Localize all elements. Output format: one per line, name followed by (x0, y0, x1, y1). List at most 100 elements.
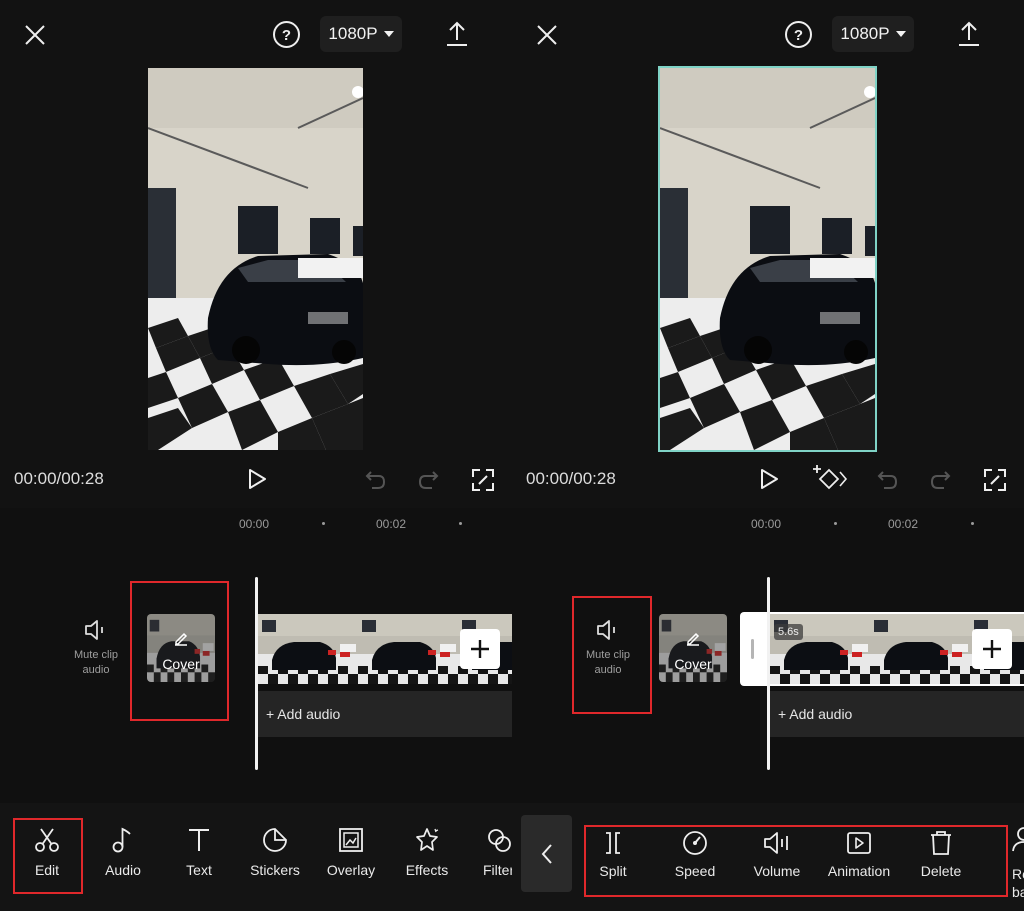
tool-label: Split (599, 863, 627, 879)
add-keyframe-icon[interactable] (812, 464, 848, 494)
playback-time: 00:00/00:28 (526, 469, 616, 488)
filter-icon (488, 829, 511, 852)
ruler-label: 00:00 (239, 517, 270, 531)
trash-icon (931, 831, 951, 855)
playhead[interactable] (767, 577, 770, 770)
ruler-label: 00:02 (888, 517, 919, 531)
tool-speed[interactable]: Speed (654, 830, 736, 879)
mute-clip-audio-button[interactable]: Mute clip audio (576, 618, 640, 678)
ruler-dot (459, 522, 462, 525)
ruler-label: 00:00 (751, 517, 782, 531)
tool-overlay[interactable]: Overlay (313, 826, 389, 878)
overlay-icon (339, 828, 363, 852)
play-icon[interactable] (758, 468, 780, 490)
playback-time: 00:00/00:28 (14, 469, 104, 488)
tool-label: Remove background (1012, 866, 1024, 900)
right-editor-panel: ? 1080P 00:00/00:28 00:00 00:02 Mute cli… (512, 0, 1024, 911)
video-preview[interactable] (148, 68, 363, 450)
cover-label: Cover (674, 656, 712, 672)
tool-label: Filter (483, 862, 512, 878)
mute-clip-label: Mute clip audio (585, 649, 631, 676)
tool-label: Volume (753, 863, 801, 879)
speaker-icon (597, 620, 615, 640)
tool-label: Effects (405, 862, 449, 878)
help-icon[interactable]: ? (272, 20, 301, 49)
undo-icon[interactable] (876, 469, 898, 491)
add-clip-button[interactable] (460, 629, 500, 669)
export-icon[interactable] (957, 20, 981, 48)
tool-label: Overlay (326, 862, 376, 878)
tool-label: Stickers (250, 862, 300, 878)
export-icon[interactable] (445, 20, 469, 48)
tool-volume[interactable]: Volume (736, 830, 818, 879)
speaker-icon (85, 620, 103, 640)
tool-delete[interactable]: Delete (900, 830, 982, 879)
clip-duration-badge: 5.6s (774, 624, 803, 640)
ruler-dot (971, 522, 974, 525)
tool-label: Animation (827, 863, 891, 879)
animation-icon (847, 832, 871, 854)
resolution-dropdown[interactable]: 1080P (832, 16, 914, 52)
redo-icon[interactable] (930, 469, 952, 491)
tool-label: Delete (920, 863, 962, 879)
cover-label: Cover (162, 656, 200, 672)
fullscreen-icon[interactable] (471, 468, 495, 492)
tool-stickers[interactable]: Stickers (237, 826, 313, 878)
ruler-dot (322, 522, 325, 525)
chevron-down-icon (895, 31, 906, 37)
add-clip-button[interactable] (972, 629, 1012, 669)
add-audio-button[interactable]: + Add audio (258, 691, 512, 737)
volume-icon (764, 832, 788, 854)
plus-icon (983, 640, 1001, 658)
pencil-icon (687, 632, 700, 646)
chevron-down-icon (383, 31, 394, 37)
play-icon[interactable] (246, 468, 268, 490)
close-icon[interactable] (24, 24, 46, 46)
undo-icon[interactable] (364, 469, 386, 491)
tool-label: Speed (674, 863, 716, 879)
cover-thumbnail[interactable]: Cover (147, 614, 215, 682)
tool-edit[interactable]: Edit (9, 826, 85, 878)
video-preview-selected[interactable] (658, 66, 877, 452)
tool-label: Audio (105, 862, 141, 878)
svg-text:?: ? (282, 27, 291, 44)
tool-label: Edit (34, 862, 60, 878)
sticker-icon (263, 828, 287, 852)
text-icon (189, 829, 209, 851)
tool-label: Text (186, 862, 212, 878)
svg-text:?: ? (794, 27, 803, 44)
resolution-label: 1080P (840, 24, 890, 43)
trim-handle[interactable] (751, 639, 754, 659)
back-button[interactable] (521, 815, 572, 892)
fullscreen-icon[interactable] (983, 468, 1007, 492)
resolution-dropdown[interactable]: 1080P (320, 16, 402, 52)
tool-remove-background[interactable]: Remove background (1010, 825, 1024, 911)
close-icon[interactable] (536, 24, 558, 46)
music-note-icon (112, 827, 131, 853)
resolution-label: 1080P (328, 24, 378, 43)
add-audio-button[interactable]: + Add audio (770, 691, 1024, 737)
person-icon (1012, 827, 1024, 852)
cover-thumbnail[interactable]: Cover (659, 614, 727, 682)
redo-icon[interactable] (418, 469, 440, 491)
tool-animation[interactable]: Animation (818, 830, 900, 879)
scissors-icon (35, 828, 59, 852)
plus-icon (471, 640, 489, 658)
tool-text[interactable]: Text (161, 826, 237, 878)
mute-clip-label: Mute clip audio (73, 649, 119, 676)
chevron-left-icon (541, 843, 552, 864)
tool-audio[interactable]: Audio (85, 826, 161, 878)
left-editor-panel: ? 1080P 00:00/00:28 00:00 00:02 Mute cli… (0, 0, 512, 911)
playhead[interactable] (255, 577, 258, 770)
tool-filter[interactable]: Filter (465, 826, 512, 878)
ruler-dot (834, 522, 837, 525)
tool-split[interactable]: Split (572, 830, 654, 879)
pencil-icon (175, 632, 188, 646)
effects-icon (416, 828, 439, 851)
help-icon[interactable]: ? (784, 20, 813, 49)
ruler-label: 00:02 (376, 517, 407, 531)
mute-clip-audio-button[interactable]: Mute clip audio (64, 618, 128, 678)
split-icon (606, 832, 620, 854)
speed-icon (683, 831, 707, 855)
tool-effects[interactable]: Effects (389, 826, 465, 878)
